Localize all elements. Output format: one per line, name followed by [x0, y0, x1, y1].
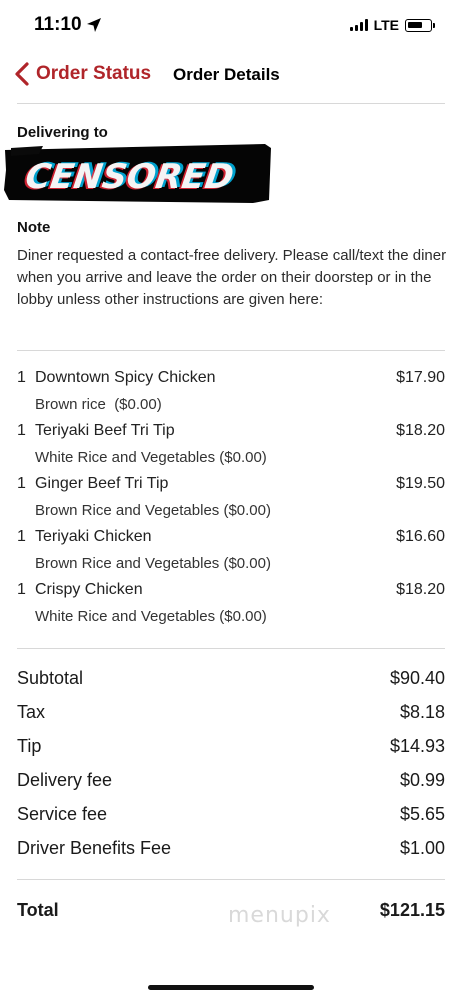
total-value: $5.65	[399, 804, 445, 824]
total-value: $14.93	[389, 736, 445, 756]
grand-total-value: $121.15	[379, 900, 445, 920]
watermark: menupix	[228, 903, 331, 928]
status-bar: 11:10 LTE	[0, 0, 462, 52]
order-items-list: 1 Downtown Spicy Chicken $17.90 Brown ri…	[17, 369, 445, 634]
list-item: 1 Crispy Chicken $18.20 White Rice and V…	[17, 581, 445, 634]
subtotal-row: Subtotal $90.40	[17, 668, 445, 702]
grand-total-label: Total	[17, 900, 59, 920]
note-label: Note	[17, 219, 51, 236]
item-name: Ginger Beef Tri Tip	[35, 475, 169, 492]
item-quantity: 1	[17, 581, 26, 598]
total-value: $1.00	[399, 838, 445, 858]
network-label: LTE	[373, 17, 399, 33]
item-price: $17.90	[396, 369, 445, 386]
divider	[17, 103, 445, 104]
item-price: $18.20	[396, 422, 445, 439]
item-name: Crispy Chicken	[35, 581, 143, 598]
tax-row: Tax $8.18	[17, 702, 445, 736]
item-price: $18.20	[396, 581, 445, 598]
signal-icon	[349, 19, 368, 31]
list-item: 1 Downtown Spicy Chicken $17.90 Brown ri…	[17, 369, 445, 422]
delivering-to-label: Delivering to	[17, 124, 108, 141]
back-button[interactable]: Order Status	[14, 61, 151, 87]
divider	[17, 350, 445, 351]
item-name: Teriyaki Chicken	[35, 528, 152, 545]
total-label: Tax	[17, 702, 46, 722]
battery-icon	[405, 18, 435, 32]
service-fee-row: Service fee $5.65	[17, 804, 445, 838]
item-quantity: 1	[17, 528, 26, 545]
item-modifier: Brown rice ($0.00)	[35, 396, 162, 413]
list-item: 1 Ginger Beef Tri Tip $19.50 Brown Rice …	[17, 475, 445, 528]
svg-text:CENSORED: CENSORED	[23, 157, 236, 197]
item-modifier: Brown Rice and Vegetables ($0.00)	[35, 502, 271, 519]
item-quantity: 1	[17, 422, 26, 439]
redacted-recipient-image: CENSORED CENSORED CENSORED	[4, 144, 271, 203]
total-label: Delivery fee	[17, 770, 113, 790]
total-value: $8.18	[399, 702, 445, 722]
clock: 11:10	[34, 14, 82, 35]
driver-benefits-fee-row: Driver Benefits Fee $1.00	[17, 838, 445, 872]
item-name: Downtown Spicy Chicken	[35, 369, 216, 386]
home-indicator[interactable]	[148, 985, 314, 990]
total-label: Subtotal	[17, 668, 84, 688]
divider	[17, 879, 445, 880]
total-value: $0.99	[399, 770, 445, 790]
delivery-fee-row: Delivery fee $0.99	[17, 770, 445, 804]
item-modifier: Brown Rice and Vegetables ($0.00)	[35, 555, 271, 572]
tip-row: Tip $14.93	[17, 736, 445, 770]
divider	[17, 648, 445, 649]
total-label: Service fee	[17, 804, 108, 824]
page-title: Order Details	[173, 65, 280, 84]
item-quantity: 1	[17, 475, 26, 492]
item-quantity: 1	[17, 369, 26, 386]
total-value: $90.40	[389, 668, 445, 688]
list-item: 1 Teriyaki Chicken $16.60 Brown Rice and…	[17, 528, 445, 581]
item-modifier: White Rice and Vegetables ($0.00)	[35, 449, 267, 466]
item-modifier: White Rice and Vegetables ($0.00)	[35, 608, 267, 625]
location-arrow-icon	[87, 18, 101, 32]
item-name: Teriyaki Beef Tri Tip	[35, 422, 175, 439]
list-item: 1 Teriyaki Beef Tri Tip $18.20 White Ric…	[17, 422, 445, 475]
item-price: $19.50	[396, 475, 445, 492]
nav-bar: Order Status Order Details	[0, 58, 462, 92]
item-price: $16.60	[396, 528, 445, 545]
back-button-label: Order Status	[36, 63, 152, 84]
total-label: Driver Benefits Fee	[17, 838, 172, 858]
total-label: Tip	[17, 736, 42, 756]
chevron-left-icon	[15, 62, 29, 86]
note-text: Diner requested a contact-free delivery.…	[17, 247, 447, 308]
totals-section: Subtotal $90.40 Tax $8.18 Tip $14.93 Del…	[17, 668, 445, 872]
